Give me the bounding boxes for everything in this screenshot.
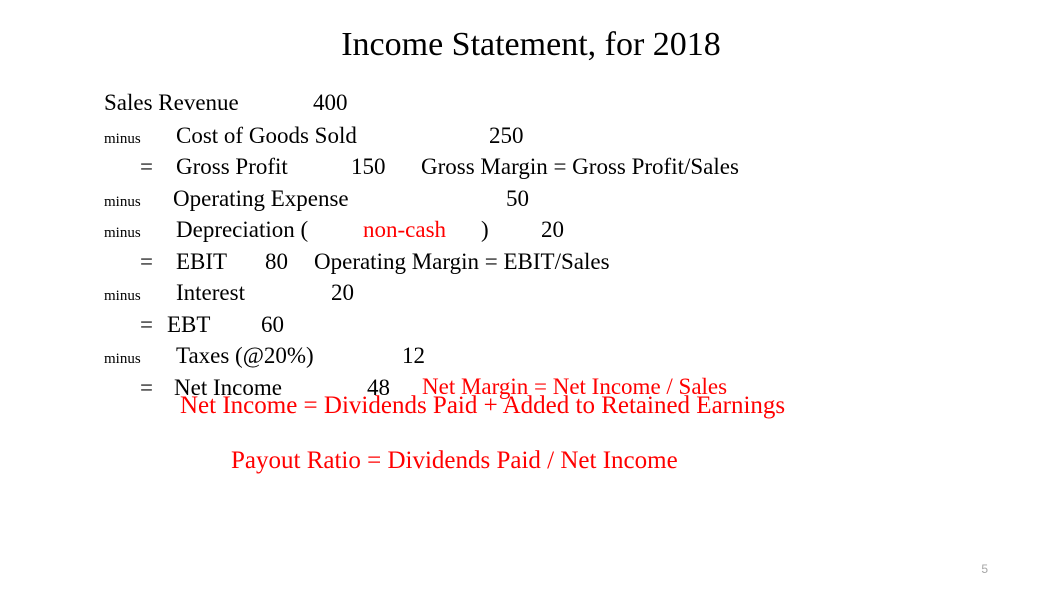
statement-row-sales-revenue: Sales Revenue bbox=[104, 90, 239, 116]
row-operator-taxes: minus bbox=[104, 351, 141, 367]
row-label-operating-expense: Operating Expense bbox=[173, 186, 349, 211]
row-amount-sales-revenue: 400 bbox=[313, 90, 348, 115]
note-payout-ratio: Payout Ratio = Dividends Paid / Net Inco… bbox=[231, 447, 678, 474]
row-operator-cogs: minus bbox=[104, 131, 141, 147]
row-operator-interest: minus bbox=[104, 288, 141, 304]
row-label: Sales Revenue bbox=[104, 90, 239, 115]
row-label-depreciation-open: Depreciation ( bbox=[176, 217, 309, 242]
row-label-depreciation-close: ) bbox=[481, 217, 489, 242]
row-amount-gross-profit: 150 bbox=[351, 154, 386, 179]
row-label-ebit: EBIT bbox=[176, 249, 228, 274]
formula-operating-margin: Operating Margin = EBIT/Sales bbox=[314, 249, 610, 274]
row-amount-depreciation: 20 bbox=[541, 217, 564, 242]
row-amount-ebt: 60 bbox=[261, 312, 284, 337]
row-operator-net-income: = bbox=[140, 375, 153, 400]
page-number: 5 bbox=[981, 562, 988, 576]
row-operator-operating-expense: minus bbox=[104, 194, 141, 210]
formula-gross-margin: Gross Margin = Gross Profit/Sales bbox=[421, 154, 739, 179]
page-title: Income Statement, for 2018 bbox=[341, 26, 721, 63]
note-retained-earnings: Net Income = Dividends Paid + Added to R… bbox=[180, 392, 786, 419]
row-amount-ebit: 80 bbox=[265, 249, 288, 274]
row-operator-depreciation: minus bbox=[104, 225, 141, 241]
row-operator-gross-profit: = bbox=[140, 154, 153, 179]
row-amount-operating-expense: 50 bbox=[506, 186, 529, 211]
slide-canvas: Income Statement, for 2018 Sales Revenue… bbox=[0, 0, 1062, 598]
row-amount-cogs: 250 bbox=[489, 123, 524, 148]
row-label-cogs: Cost of Goods Sold bbox=[176, 123, 357, 148]
row-amount-interest: 20 bbox=[331, 280, 354, 305]
row-label-gross-profit: Gross Profit bbox=[176, 154, 288, 179]
row-label-interest: Interest bbox=[176, 280, 245, 305]
row-operator-ebit: = bbox=[140, 249, 153, 274]
row-operator-ebt: = bbox=[140, 312, 153, 337]
row-label-ebt: EBT bbox=[167, 312, 211, 337]
row-amount-taxes: 12 bbox=[402, 343, 425, 368]
row-label-depreciation-highlight: non-cash bbox=[363, 217, 447, 242]
row-label-taxes: Taxes (@20%) bbox=[176, 343, 314, 368]
